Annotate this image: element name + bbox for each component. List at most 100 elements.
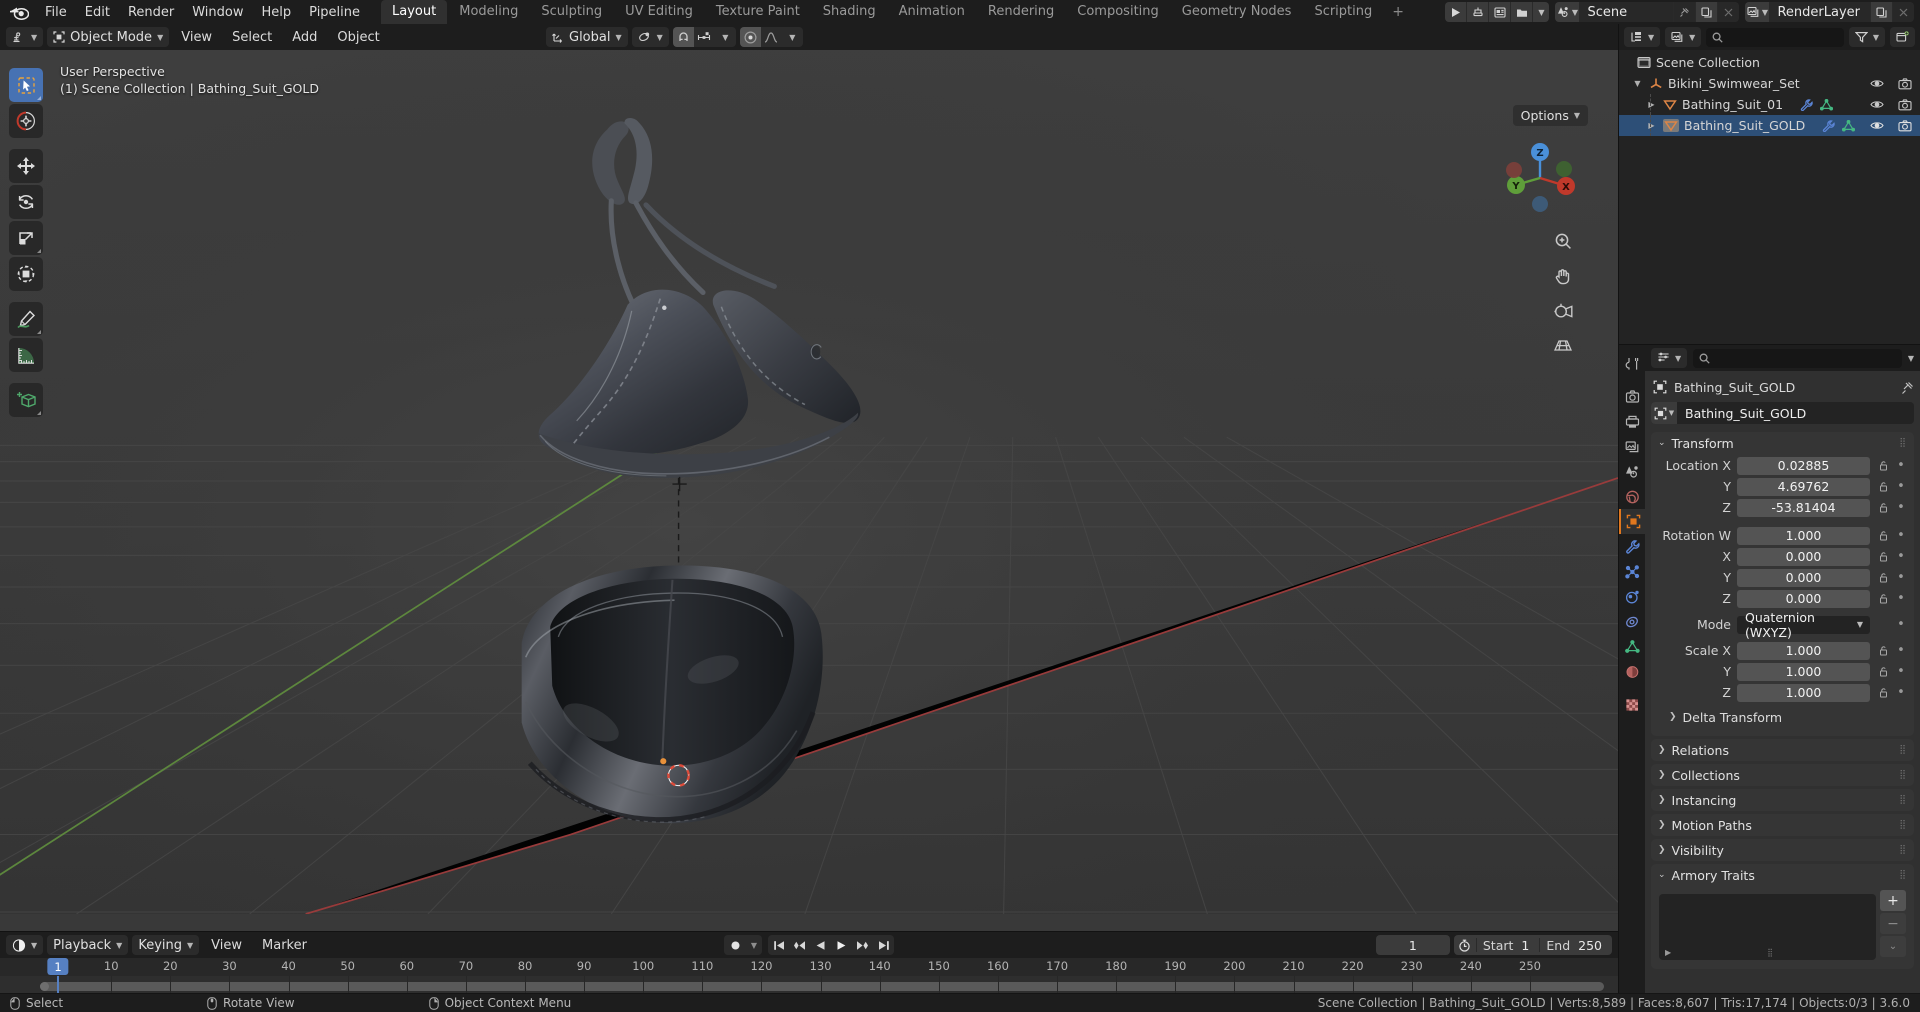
outliner-row-bikini-swimwear-set[interactable]: ▼ Bikini_Swimwear_Set <box>1619 73 1920 94</box>
close-viewlayer-icon[interactable] <box>1892 2 1914 22</box>
animate-dot[interactable]: • <box>1896 479 1906 494</box>
world-tab[interactable] <box>1619 484 1645 509</box>
render-tab[interactable] <box>1619 384 1645 409</box>
panel-visibility-header[interactable]: ❯ Visibility ⣿ <box>1651 839 1914 861</box>
properties-search-input[interactable] <box>1693 348 1902 368</box>
copy-scene-icon[interactable] <box>1695 2 1718 22</box>
jump-start-icon[interactable] <box>768 935 789 955</box>
auto-keying-chevron-icon[interactable]: ▼ <box>746 935 762 955</box>
expand-triangle-icon[interactable]: ▶ <box>1665 948 1671 957</box>
rotation-z-field[interactable]: 0.000 <box>1737 589 1870 608</box>
remove-trait-button[interactable]: − <box>1880 913 1906 934</box>
panel-transform-header[interactable]: ⌄ Transform ⣿ <box>1651 432 1914 454</box>
timeline-ruler[interactable]: 1102030405060708090100110120130140150160… <box>0 958 1618 976</box>
drag-handle[interactable]: ⣿ <box>1899 820 1907 830</box>
viewport-menu-select[interactable]: Select <box>224 28 280 47</box>
window-icon[interactable] <box>1489 2 1512 22</box>
pin-icon[interactable] <box>1901 381 1914 394</box>
expander-expand-icon[interactable]: ▶ <box>1645 100 1658 109</box>
constraints-tab[interactable] <box>1619 609 1645 634</box>
chevron-down-icon[interactable]: ▼ <box>1533 2 1550 22</box>
animate-dot[interactable]: • <box>1896 591 1906 606</box>
animate-dot[interactable]: • <box>1896 664 1906 679</box>
scene-tab[interactable] <box>1619 459 1645 484</box>
panel-visibility[interactable]: ❯ Visibility ⣿ <box>1651 839 1914 861</box>
animate-dot[interactable]: • <box>1896 528 1906 543</box>
wrench-icon[interactable] <box>1800 98 1813 111</box>
scene-name[interactable]: Scene <box>1579 2 1674 22</box>
next-keyframe-icon[interactable] <box>852 935 873 955</box>
animate-dot[interactable]: • <box>1896 643 1906 658</box>
object-name-value[interactable]: Bathing_Suit_GOLD <box>1677 406 1806 421</box>
pin-icon[interactable] <box>1673 2 1696 22</box>
drag-handle[interactable]: ⣿ <box>1899 438 1907 448</box>
lock-icon[interactable] <box>1876 530 1890 541</box>
measure-tool[interactable] <box>9 338 43 372</box>
viewlayer-icon[interactable]: ▼ <box>1745 2 1770 22</box>
location-y-field[interactable]: 4.69762 <box>1737 477 1870 496</box>
eye-icon[interactable] <box>1870 120 1884 131</box>
tab-rendering[interactable]: Rendering <box>977 0 1065 24</box>
blender-logo-icon[interactable] <box>8 3 30 21</box>
tweak-tool[interactable] <box>9 68 43 102</box>
camera-render-icon[interactable] <box>1898 98 1912 111</box>
move-tool[interactable] <box>9 149 43 183</box>
copy-viewlayer-icon[interactable] <box>1870 2 1892 22</box>
lock-icon[interactable] <box>1876 572 1890 583</box>
new-collection-icon[interactable] <box>1890 27 1915 47</box>
rotate-tool[interactable] <box>9 185 43 219</box>
scale-x-field[interactable]: 1.000 <box>1737 641 1870 660</box>
prev-keyframe-icon[interactable] <box>789 935 810 955</box>
expander-expand-icon[interactable]: ▶ <box>1645 121 1658 130</box>
viewport-options-button[interactable]: Options ▼ <box>1512 105 1588 126</box>
filter-id-icon[interactable]: ▼ <box>1665 27 1702 47</box>
particles-tab[interactable] <box>1619 559 1645 584</box>
timeline-playhead[interactable] <box>57 976 59 993</box>
viewlayer-name[interactable]: RenderLayer <box>1769 2 1870 22</box>
tab-modeling[interactable]: Modeling <box>448 0 529 24</box>
falloff-chevron-icon[interactable]: ▼ <box>782 27 803 47</box>
transform-orientation-selector[interactable]: Global ▼ <box>546 27 628 47</box>
proportional-edit-icon[interactable] <box>739 27 761 47</box>
navigation-gizmo[interactable]: Z X Y <box>1498 136 1582 220</box>
editor-type-3dview-icon[interactable]: ▼ <box>6 27 44 47</box>
drag-handle[interactable]: ⣿ <box>1899 870 1907 880</box>
eye-icon[interactable] <box>1870 78 1884 89</box>
rotation-w-field[interactable]: 1.000 <box>1737 526 1870 545</box>
panel-motion-paths[interactable]: ❯ Motion Paths ⣿ <box>1651 814 1914 836</box>
object-square-icon[interactable]: ▼ <box>1651 402 1677 424</box>
object-tab[interactable] <box>1619 509 1645 534</box>
folder-icon[interactable] <box>1511 2 1534 22</box>
eye-icon[interactable] <box>1870 99 1884 110</box>
panel-armory-traits-header[interactable]: ⌄ Armory Traits ⣿ <box>1651 864 1914 886</box>
menu-window[interactable]: Window <box>183 2 252 23</box>
trait-options-button[interactable]: ⌄ <box>1880 936 1906 957</box>
lock-icon[interactable] <box>1876 460 1890 471</box>
animate-dot[interactable]: • <box>1896 500 1906 515</box>
properties-header-chevron-icon[interactable]: ▼ <box>1908 354 1914 363</box>
start-frame-value[interactable]: 1 <box>1519 938 1539 953</box>
tool-tab[interactable] <box>1619 351 1645 376</box>
wrench-icon[interactable] <box>1822 119 1835 132</box>
location-x-field[interactable]: 0.02885 <box>1737 456 1870 475</box>
timeline-keying-menu[interactable]: Keying ▼ <box>132 935 200 955</box>
scale-y-field[interactable]: 1.000 <box>1737 662 1870 681</box>
rotation-mode-dropdown[interactable]: Quaternion (WXYZ) ▼ <box>1737 610 1870 640</box>
lock-icon[interactable] <box>1876 593 1890 604</box>
play-reverse-icon[interactable] <box>810 935 831 955</box>
tab-geometry-nodes[interactable]: Geometry Nodes <box>1171 0 1303 24</box>
camera-icon[interactable] <box>1550 298 1576 324</box>
tab-texture-paint[interactable]: Texture Paint <box>705 0 811 24</box>
tab-shading[interactable]: Shading <box>812 0 887 24</box>
viewlayer-selector[interactable]: ▼ RenderLayer <box>1745 2 1914 22</box>
menu-edit[interactable]: Edit <box>76 2 119 23</box>
add-workspace-button[interactable]: + <box>1384 0 1412 24</box>
tab-layout[interactable]: Layout <box>381 0 448 24</box>
tab-sculpting[interactable]: Sculpting <box>530 0 613 24</box>
outliner-display-mode-icon[interactable]: ▼ <box>1624 27 1661 47</box>
viewport-3d[interactable]: User Perspective (1) Scene Collection | … <box>0 50 1618 931</box>
animate-dot[interactable]: • <box>1896 549 1906 564</box>
timeline-playback-menu[interactable]: Playback ▼ <box>47 935 129 955</box>
tab-compositing[interactable]: Compositing <box>1066 0 1170 24</box>
use-preview-range-icon[interactable] <box>1454 939 1476 952</box>
